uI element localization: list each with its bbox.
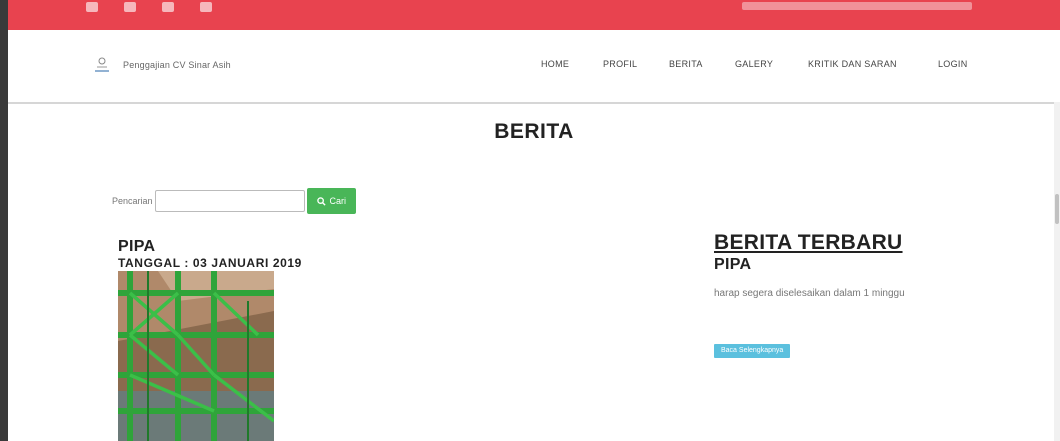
search-button[interactable]: Cari [306, 188, 357, 214]
latest-news-snippet: harap segera diselesaikan dalam 1 minggu [714, 288, 905, 299]
contact-info [742, 2, 972, 10]
facebook-icon[interactable] [86, 2, 98, 12]
scrollbar[interactable] [1054, 102, 1060, 441]
search-button-label: Cari [329, 196, 347, 206]
nav-item-kritik-dan-saran[interactable]: KRITIK DAN SARAN [808, 59, 897, 69]
main-nav: HOME PROFIL BERITA GALERY KRITIK DAN SAR… [8, 59, 1060, 73]
post-title[interactable]: PIPA [118, 238, 155, 256]
search-label: Pencarian [112, 196, 153, 206]
page-title: BERITA [494, 120, 574, 143]
nav-item-home[interactable]: HOME [541, 59, 569, 69]
post-date: TANGGAL : 03 JANUARI 2019 [118, 256, 302, 270]
google-plus-icon[interactable] [162, 2, 174, 12]
search-form: Pencarian Cari [112, 188, 357, 214]
instagram-icon[interactable] [200, 2, 212, 12]
scrollbar-thumb[interactable] [1055, 194, 1059, 224]
search-input[interactable] [154, 190, 305, 212]
twitter-icon[interactable] [124, 2, 136, 12]
search-icon [316, 196, 326, 206]
page-edge [0, 0, 8, 441]
read-more-button[interactable]: Baca Selengkapnya [714, 344, 791, 358]
nav-item-galery[interactable]: GALERY [735, 59, 773, 69]
post-image [118, 271, 274, 441]
nav-item-profil[interactable]: PROFIL [603, 59, 637, 69]
top-bar [8, 0, 1060, 30]
nav-item-berita[interactable]: BERITA [669, 59, 703, 69]
browser-viewport: Penggajian CV Sinar Asih HOME PROFIL BER… [8, 0, 1060, 441]
latest-news-title[interactable]: PIPA [714, 256, 751, 274]
nav-item-login[interactable]: LOGIN [938, 59, 968, 69]
social-links [86, 0, 212, 12]
latest-news-heading: BERITA TERBARU [714, 231, 903, 254]
navbar: Penggajian CV Sinar Asih HOME PROFIL BER… [8, 30, 1060, 104]
